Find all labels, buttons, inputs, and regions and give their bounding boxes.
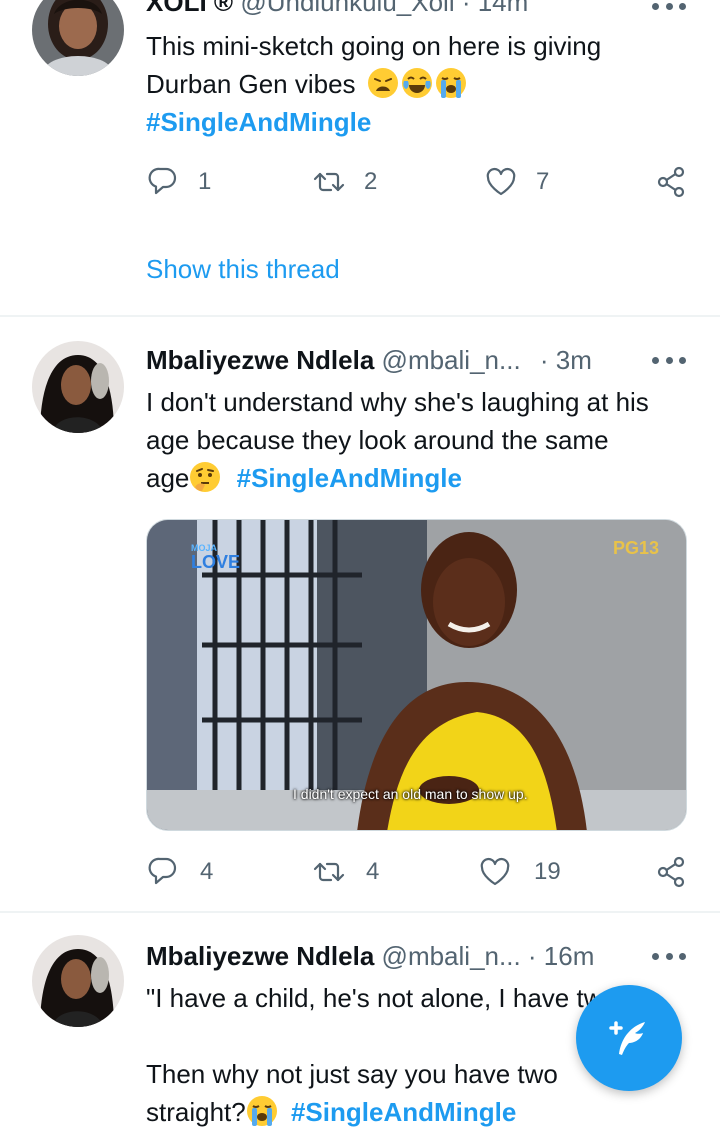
reply-button[interactable]: 1	[146, 162, 211, 202]
user-handle[interactable]: @mbali_n...	[382, 345, 521, 375]
timestamp[interactable]: · 16m	[528, 941, 594, 971]
user-handle[interactable]: @Undlunkulu_Xoli	[240, 0, 454, 17]
video-caption: I didn't expect an old man to show up.	[293, 786, 528, 802]
timestamp[interactable]: · 14m	[462, 0, 528, 17]
avatar[interactable]	[32, 0, 124, 76]
share-icon	[657, 856, 685, 888]
share-icon	[657, 166, 685, 198]
reply-count: 1	[198, 168, 212, 195]
retweet-icon	[313, 862, 345, 882]
compose-tweet-button[interactable]	[576, 985, 682, 1091]
user-handle[interactable]: @mbali_n...	[382, 941, 521, 971]
loudly-crying-icon	[435, 68, 466, 98]
show-thread-link[interactable]: Show this thread	[146, 254, 340, 285]
share-button[interactable]	[654, 162, 688, 202]
more-icon[interactable]	[652, 0, 686, 16]
hashtag-link[interactable]: #SingleAndMingle	[237, 463, 462, 493]
retweet-icon	[313, 172, 345, 192]
tears-of-joy-icon	[401, 68, 432, 98]
tweet-actions: 1 2 7	[146, 162, 692, 202]
tweet-2[interactable]: Mbaliyezwe Ndlela @mbali_n... · 3m I don…	[0, 317, 720, 911]
rating-badge: PG13	[613, 538, 660, 558]
avatar[interactable]	[32, 341, 124, 433]
tweet-text: This mini-sketch going on here is giving…	[146, 27, 694, 141]
channel-logo: MOJA LOVE	[191, 543, 241, 572]
avatar[interactable]	[32, 935, 124, 1027]
more-icon[interactable]	[652, 350, 686, 370]
compose-tweet-icon	[609, 1021, 645, 1055]
tweet-actions: 4 4 19	[146, 852, 692, 892]
reply-icon	[148, 857, 177, 885]
display-name[interactable]: XOLI	[146, 0, 207, 17]
display-name[interactable]: Mbaliyezwe Ndlela	[146, 345, 374, 375]
thinking-face-icon	[190, 462, 221, 492]
like-icon	[480, 857, 510, 886]
tweet-header: XOLI ® @Undlunkulu_Xoli · 14m	[146, 0, 690, 19]
like-button[interactable]: 7	[484, 162, 549, 202]
hashtag-link[interactable]: #SingleAndMingle	[146, 103, 694, 141]
like-count: 7	[536, 168, 550, 195]
more-icon[interactable]	[652, 946, 686, 966]
retweet-count: 4	[366, 858, 380, 885]
weary-face-icon	[367, 68, 398, 98]
retweet-button[interactable]: 4	[312, 852, 379, 892]
loudly-crying-icon	[246, 1096, 277, 1126]
like-icon	[486, 167, 516, 196]
like-button[interactable]: 19	[478, 852, 561, 892]
tweet-1[interactable]: XOLI ® @Undlunkulu_Xoli · 14m This mini-…	[0, 0, 720, 314]
like-count: 19	[534, 858, 561, 885]
reply-button[interactable]: 4	[146, 852, 213, 892]
tweet-text: I don't understand why she's laughing at…	[146, 387, 649, 493]
video-thumbnail[interactable]: MOJA LOVE PG13 I didn't expect an old ma…	[146, 519, 687, 831]
reply-icon	[148, 167, 177, 195]
tweet-header: Mbaliyezwe Ndlela @mbali_n... · 16m	[146, 939, 690, 973]
hashtag-link[interactable]: #SingleAndMingle	[291, 1097, 516, 1127]
reply-count: 4	[200, 858, 214, 885]
retweet-count: 2	[364, 168, 378, 195]
share-button[interactable]	[654, 852, 688, 892]
tweet-header: Mbaliyezwe Ndlela @mbali_n... · 3m	[146, 343, 690, 377]
timestamp[interactable]: · 3m	[540, 345, 592, 375]
verified-mark: ®	[213, 0, 234, 17]
display-name[interactable]: Mbaliyezwe Ndlela	[146, 941, 374, 971]
retweet-button[interactable]: 2	[312, 162, 377, 202]
